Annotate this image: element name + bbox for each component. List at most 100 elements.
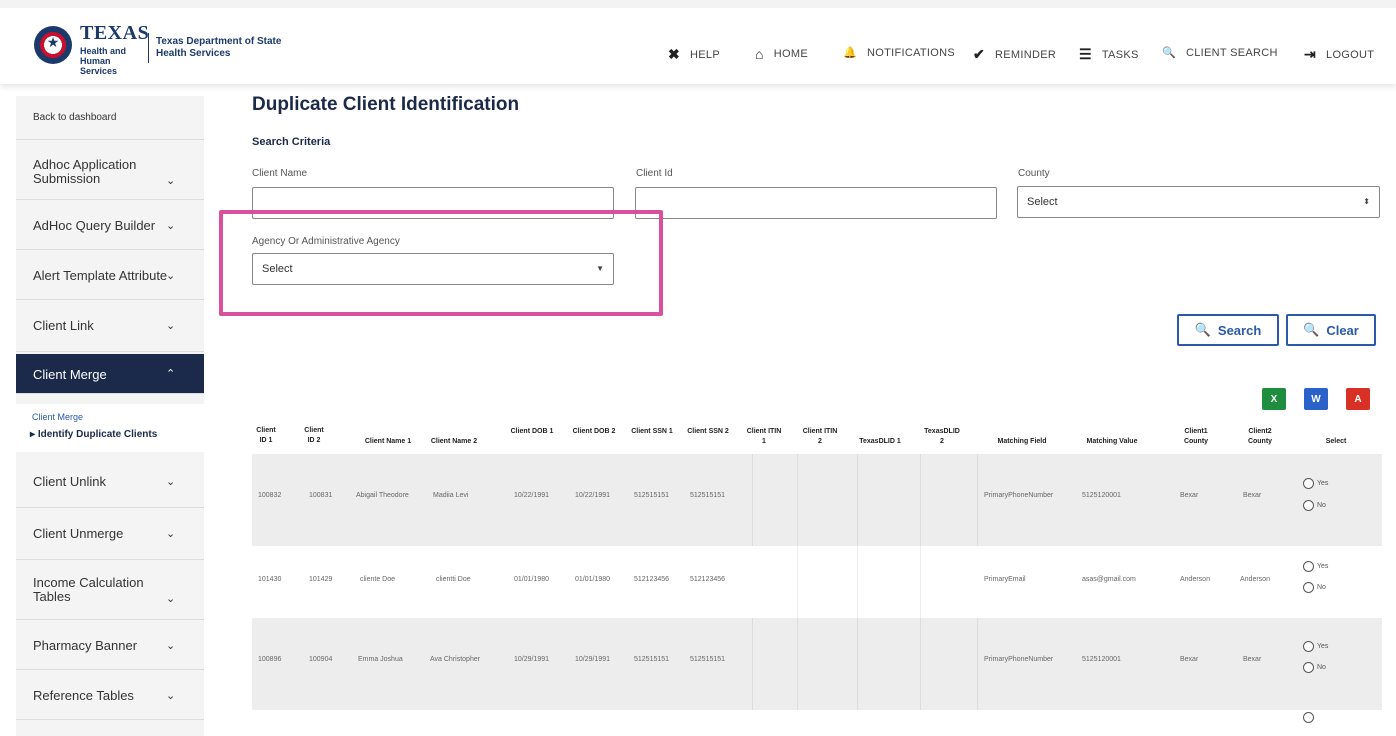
sidebar-item-adhoc-query-builder[interactable]: AdHoc Query Builder ⌄ xyxy=(16,200,204,250)
highlight-annotation xyxy=(219,210,663,316)
radio-yes[interactable]: Yes xyxy=(1303,641,1328,652)
radio-no[interactable]: No xyxy=(1303,662,1326,673)
cell-client-dob-2: 01/01/1980 xyxy=(575,576,611,583)
county-label: County xyxy=(1018,168,1050,179)
logo-divider xyxy=(148,33,149,63)
radio-circle-icon xyxy=(1303,662,1314,673)
nav-logout[interactable]: ⇥ LOGOUT xyxy=(1304,46,1374,63)
chevron-down-icon: ⌄ xyxy=(166,593,176,605)
sidebar-sub-current-label: Identify Duplicate Clients xyxy=(37,429,158,440)
column-header: TexasDLID 2 xyxy=(924,428,960,445)
column-header: Client1 County xyxy=(1183,428,1209,445)
section-title: Search Criteria xyxy=(252,136,331,148)
column-divider xyxy=(857,618,858,710)
sidebar-item-client-merge[interactable]: Client Merge ⌃ xyxy=(16,354,204,394)
radio-yes[interactable]: Yes xyxy=(1303,478,1328,489)
cell-client-id-2: 100831 xyxy=(309,492,333,499)
column-divider xyxy=(920,618,921,710)
clear-button[interactable]: 🔍 Clear xyxy=(1286,314,1376,346)
bell-icon: 🔔 xyxy=(843,47,857,59)
cell-client2-county: Bexar xyxy=(1243,656,1262,663)
sidebar-item-pharmacy-banner[interactable]: Pharmacy Banner ⌄ xyxy=(16,620,204,670)
cell-client-name-1: cliente Doe xyxy=(360,576,396,583)
logo-subtitle: Health and Human Services xyxy=(80,46,127,76)
sidebar-sub-identify-duplicate-clients[interactable]: ▸ Identify Duplicate Clients xyxy=(30,429,157,440)
cell-client1-county: Bexar xyxy=(1180,656,1199,663)
cell-client-dob-1: 01/01/1980 xyxy=(514,576,550,583)
sidebar-item-label: Alert Template Attribute xyxy=(33,268,168,283)
nav-reminder[interactable]: ✔ REMINDER xyxy=(973,46,1056,63)
sidebar-item-client-unlink[interactable]: Client Unlink ⌄ xyxy=(16,456,204,508)
nav-client-search[interactable]: 🔍 CLIENT SEARCH xyxy=(1162,46,1278,60)
search-button[interactable]: 🔍 Search xyxy=(1177,314,1279,346)
column-header: Client Name 1 xyxy=(364,438,412,445)
sidebar-back-label: Back to dashboard xyxy=(33,112,117,123)
client-name-label: Client Name xyxy=(252,168,308,179)
nav-home-label: HOME xyxy=(773,48,808,60)
cell-client-dob-2: 10/29/1991 xyxy=(575,656,611,663)
radio-yes-label: Yes xyxy=(1317,480,1329,487)
sidebar-back-to-dashboard[interactable]: Back to dashboard xyxy=(16,96,204,140)
word-export-icon[interactable]: W xyxy=(1304,388,1328,410)
cell-client2-county: Bexar xyxy=(1243,492,1262,499)
cell-matching-field: PrimaryEmail xyxy=(984,576,1026,583)
nav-logout-label: LOGOUT xyxy=(1326,48,1375,61)
client-id-label: Client Id xyxy=(636,168,673,179)
column-header: Client ITIN 2 xyxy=(802,428,838,445)
nav-help[interactable]: ✖ HELP xyxy=(668,46,720,63)
sidebar-item-adhoc-application-submission[interactable]: Adhoc Application Submission ⌄ xyxy=(16,140,204,200)
county-select[interactable]: Select ⬍ xyxy=(1017,186,1380,218)
column-header: Client ITIN 1 xyxy=(746,428,782,445)
chevron-down-icon: ⌄ xyxy=(166,476,176,488)
excel-export-icon[interactable]: X xyxy=(1262,388,1286,410)
chevron-down-icon: ⌄ xyxy=(166,270,176,282)
cell-client-name-1: Abigail Theodore xyxy=(356,492,409,499)
column-header: Client SSN 2 xyxy=(687,428,729,435)
nav-reminder-label: REMINDER xyxy=(995,48,1057,61)
cell-client1-county: Anderson xyxy=(1180,576,1210,583)
cell-client-ssn-2: 512515151 xyxy=(690,656,726,663)
radio-no[interactable]: No xyxy=(1303,500,1326,511)
client-id-input[interactable] xyxy=(635,187,997,219)
cell-matching-field: PrimaryPhoneNumber xyxy=(984,656,1054,663)
nav-help-label: HELP xyxy=(690,48,720,61)
table-row xyxy=(252,618,1382,710)
sidebar-item-label: AdHoc Query Builder xyxy=(33,218,156,233)
column-header: Client Name 2 xyxy=(430,438,478,445)
nav-notifications-label: NOTIFICATIONS xyxy=(867,46,956,59)
nav-home[interactable]: ⌂ HOME xyxy=(755,46,808,62)
cell-client-name-2: Ava Christopher xyxy=(430,656,481,663)
nav-tasks-label: TASKS xyxy=(1101,48,1139,61)
chevron-up-icon: ⌃ xyxy=(166,368,176,380)
sidebar-item-client-link[interactable]: Client Link ⌄ xyxy=(16,300,204,352)
cell-client1-county: Bexar xyxy=(1180,492,1199,499)
cell-client-ssn-1: 512515151 xyxy=(634,656,670,663)
radio-yes[interactable] xyxy=(1303,712,1317,723)
column-divider xyxy=(797,618,798,710)
check-icon: ✔ xyxy=(973,46,986,62)
nav-tasks[interactable]: ☰ TASKS xyxy=(1079,46,1139,63)
column-header: Matching Field xyxy=(997,438,1047,445)
chevron-down-icon: ⌄ xyxy=(166,320,176,332)
sidebar-item-label: Adhoc Application Submission xyxy=(33,157,137,186)
sidebar-item-label: Income Calculation Tables xyxy=(33,575,144,604)
sidebar-item-label: Client Link xyxy=(33,318,94,333)
radio-yes[interactable]: Yes xyxy=(1303,561,1328,572)
sidebar-sub-link-client-merge[interactable]: Client Merge xyxy=(32,412,83,422)
pdf-export-icon[interactable]: A xyxy=(1346,388,1370,410)
column-header: TexasDLID 1 xyxy=(859,438,901,445)
sidebar-item-income-calculation-tables[interactable]: Income Calculation Tables ⌄ xyxy=(16,560,204,620)
cell-client-ssn-1: 512123456 xyxy=(634,576,670,583)
sidebar-item-reference-tables[interactable]: Reference Tables ⌄ xyxy=(16,670,204,720)
nav-notifications[interactable]: 🔔 NOTIFICATIONS xyxy=(843,46,956,60)
radio-no[interactable]: No xyxy=(1303,582,1326,593)
clear-button-label: Clear xyxy=(1326,322,1359,338)
cell-matching-value: 5125120001 xyxy=(1082,656,1121,663)
radio-no-label: No xyxy=(1317,502,1326,509)
sidebar-item-alert-template-attribute[interactable]: Alert Template Attribute ⌄ xyxy=(16,250,204,300)
radio-circle-icon xyxy=(1303,641,1314,652)
cell-client-ssn-1: 512515151 xyxy=(634,492,670,499)
home-icon: ⌂ xyxy=(755,46,764,62)
sidebar-item-client-unmerge[interactable]: Client Unmerge ⌄ xyxy=(16,508,204,560)
column-divider xyxy=(977,454,978,546)
